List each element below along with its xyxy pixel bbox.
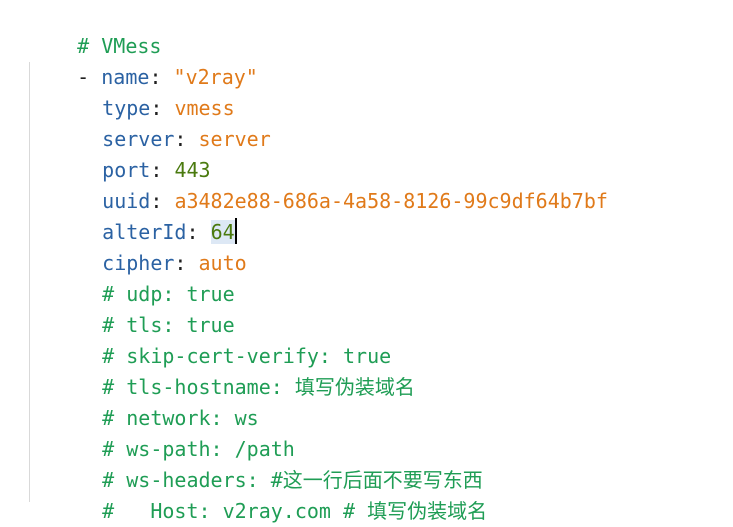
code-line-11[interactable]: # skip-cert-verify: true xyxy=(54,310,391,368)
code-line-7[interactable]: alterId: 64 xyxy=(54,186,237,245)
comment-text: # Host: v2ray.com # 填写伪装域名 xyxy=(102,499,488,524)
code-editor[interactable]: # VMess - name: "v2ray" type: vmess serv… xyxy=(0,0,733,527)
code-line-13[interactable]: # network: ws xyxy=(54,372,259,430)
code-line-14[interactable]: # ws-path: /path xyxy=(54,403,295,461)
code-line-2[interactable]: - name: "v2ray" xyxy=(29,31,258,89)
code-line-3[interactable]: type: vmess xyxy=(54,62,234,120)
code-line-16[interactable]: # Host: v2ray.com # 填写伪装域名 xyxy=(54,465,487,523)
yaml-value: a3482e88-686a-4a58-8126-99c9df64b7bf xyxy=(174,189,608,214)
code-line-4[interactable]: server: server xyxy=(54,93,271,151)
code-line-6[interactable]: uuid: a3482e88-686a-4a58-8126-99c9df64b7… xyxy=(54,155,608,213)
code-line-5[interactable]: port: 443 xyxy=(54,124,210,182)
code-line-9[interactable]: # udp: true xyxy=(54,248,234,306)
code-line-15[interactable]: # ws-headers: #这一行后面不要写东西 xyxy=(54,434,483,492)
code-line-1[interactable]: # VMess xyxy=(29,0,161,58)
code-line-10[interactable]: # tls: true xyxy=(54,279,234,337)
code-line-8[interactable]: cipher: auto xyxy=(54,217,247,275)
indent-guide xyxy=(29,62,30,502)
code-line-12[interactable]: # tls-hostname: 填写伪装域名 xyxy=(54,341,415,399)
